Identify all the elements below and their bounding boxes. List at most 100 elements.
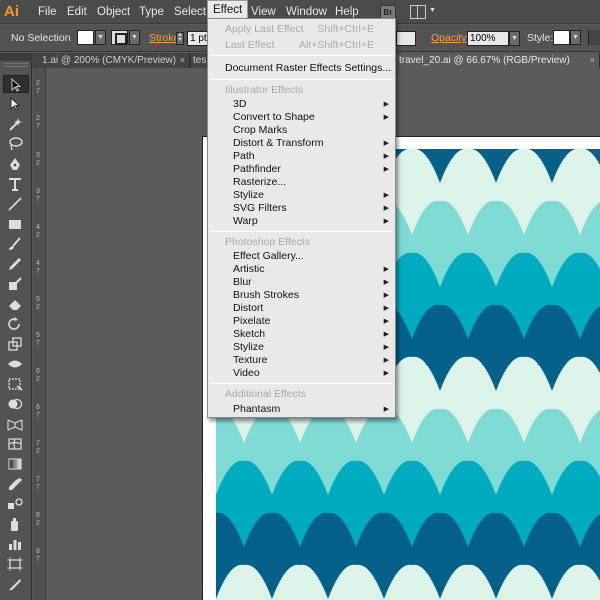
effect-menu-dropdown: Apply Last Effect Shift+Ctrl+E Last Effe… — [207, 18, 396, 418]
menu-effect[interactable]: Effect — [207, 0, 249, 19]
direct-selection-arrow-icon — [10, 97, 21, 111]
column-graph-tool[interactable] — [3, 535, 29, 553]
stroke-weight-stepper[interactable]: ▲ ▼ — [176, 32, 184, 45]
line-segment-tool[interactable] — [3, 195, 29, 213]
width-tool[interactable] — [3, 355, 29, 373]
menu-item-effect-gallery[interactable]: Effect Gallery... — [208, 250, 395, 263]
menu-item-convert-to-shape[interactable]: Convert to Shape ▶ — [208, 111, 395, 124]
eraser-tool[interactable] — [3, 295, 29, 313]
blob-brush-icon — [9, 277, 22, 290]
style-dropdown-arrow[interactable]: ▼ — [570, 30, 581, 45]
free-transform-icon — [8, 378, 23, 391]
style-label: Style: — [527, 32, 554, 44]
tab-label: 1.ai @ 200% (CMYK/Preview) — [42, 55, 177, 66]
pen-tool[interactable] — [3, 155, 29, 173]
artboard-tool[interactable] — [3, 555, 29, 573]
eyedropper-tool[interactable] — [3, 475, 29, 493]
type-tool[interactable] — [3, 175, 29, 193]
paintbrush-tool[interactable] — [3, 235, 29, 253]
menu-item-path[interactable]: Path ▶ — [208, 150, 395, 163]
menu-item-rasterize[interactable]: Rasterize... — [208, 176, 395, 189]
blob-brush-tool[interactable] — [3, 275, 29, 293]
fill-color-swatch[interactable] — [77, 30, 94, 45]
menu-item-last-effect[interactable]: Last Effect Alt+Shift+Ctrl+E — [208, 39, 395, 52]
ruler-number: 2 — [36, 448, 40, 455]
fill-dropdown-arrow[interactable]: ▼ — [95, 30, 106, 45]
tab-document-active[interactable]: travel_20.ai @ 66.67% (RGB/Preview) × — [396, 53, 600, 68]
blend-tool[interactable] — [3, 495, 29, 513]
menu-item-stylize-illustrator[interactable]: Stylize ▶ — [208, 189, 395, 202]
menu-item-document-raster-effects-settings[interactable]: Document Raster Effects Settings... — [208, 62, 395, 75]
selection-tool[interactable] — [3, 75, 29, 93]
rotate-tool[interactable] — [3, 315, 29, 333]
ruler-number: 3 — [36, 188, 40, 195]
menu-item-blur[interactable]: Blur ▶ — [208, 276, 395, 289]
direct-selection-tool[interactable] — [3, 95, 29, 113]
close-icon[interactable]: × — [180, 53, 185, 68]
menu-item-video[interactable]: Video ▶ — [208, 367, 395, 380]
menu-item-3d[interactable]: 3D ▶ — [208, 98, 395, 111]
type-t-icon — [9, 178, 21, 191]
pen-icon — [10, 158, 20, 170]
close-icon[interactable]: × — [590, 53, 595, 68]
control-bar-overflow[interactable] — [588, 30, 600, 45]
menu-item-distort-transform[interactable]: Distort & Transform ▶ — [208, 137, 395, 150]
additional-effects-header: Additional Effects — [225, 388, 306, 400]
paintbrush-icon — [9, 237, 21, 250]
stroke-dropdown-arrow[interactable]: ▼ — [129, 30, 140, 45]
menu-file[interactable]: File — [33, 0, 62, 24]
ruler-number: 2 — [36, 304, 40, 311]
pencil-tool[interactable] — [3, 255, 29, 273]
menu-item-pathfinder[interactable]: Pathfinder ▶ — [208, 163, 395, 176]
menu-item-label: Rasterize... — [233, 176, 287, 188]
menu-item-svg-filters[interactable]: SVG Filters ▶ — [208, 202, 395, 215]
chevron-down-icon: ▼ — [429, 7, 436, 14]
bridge-button[interactable]: Br — [380, 5, 396, 19]
menu-item-crop-marks[interactable]: Crop Marks — [208, 124, 395, 137]
variable-width-field[interactable] — [396, 31, 416, 46]
shape-builder-tool[interactable] — [3, 395, 29, 413]
slice-tool[interactable] — [3, 575, 29, 593]
menu-item-apply-last-effect[interactable]: Apply Last Effect Shift+Ctrl+E — [208, 23, 395, 36]
free-transform-tool[interactable] — [3, 375, 29, 393]
menu-separator — [210, 383, 393, 384]
menu-item-texture[interactable]: Texture ▶ — [208, 354, 395, 367]
menu-item-warp[interactable]: Warp ▶ — [208, 215, 395, 228]
submenu-arrow-icon: ▶ — [383, 205, 389, 212]
submenu-arrow-icon: ▶ — [383, 279, 389, 286]
menu-item-label: Pixelate — [233, 315, 271, 327]
tools-panel-header[interactable] — [0, 53, 32, 61]
mesh-tool[interactable] — [3, 435, 29, 453]
menu-item-pixelate[interactable]: Pixelate ▶ — [208, 315, 395, 328]
lasso-tool[interactable] — [3, 135, 29, 153]
menu-item-brush-strokes[interactable]: Brush Strokes ▶ — [208, 289, 395, 302]
menu-type[interactable]: Type — [134, 0, 169, 24]
opacity-field[interactable]: 100% — [467, 31, 509, 46]
rectangle-tool[interactable] — [3, 215, 29, 233]
menu-item-distort[interactable]: Distort ▶ — [208, 302, 395, 315]
gradient-tool[interactable] — [3, 455, 29, 473]
stroke-weight-field[interactable]: 1 pt — [187, 31, 209, 46]
menu-select[interactable]: Select — [169, 0, 211, 24]
ruler-number: 7 — [36, 88, 40, 95]
symbol-sprayer-tool[interactable] — [3, 515, 29, 533]
menu-item-phantasm[interactable]: Phantasm ▶ — [208, 403, 395, 416]
menu-edit[interactable]: Edit — [62, 0, 92, 24]
opacity-label[interactable]: Opacity: — [431, 32, 470, 44]
stroke-color-swatch[interactable] — [111, 30, 128, 45]
graphic-style-swatch[interactable] — [553, 30, 570, 45]
tab-document-1[interactable]: 1.ai @ 200% (CMYK/Preview) × — [32, 53, 190, 68]
magic-wand-tool[interactable] — [3, 115, 29, 133]
ruler-number: 7 — [36, 440, 40, 447]
scale-tool[interactable] — [3, 335, 29, 353]
photoshop-effects-header: Photoshop Effects — [225, 236, 311, 248]
opacity-dropdown-arrow[interactable]: ▼ — [509, 31, 520, 46]
vertical-ruler[interactable]: 2 7 2 7 3 2 3 7 4 2 4 7 5 2 5 7 6 2 6 7 … — [33, 68, 46, 600]
menu-item-stylize-photoshop[interactable]: Stylize ▶ — [208, 341, 395, 354]
menu-item-sketch[interactable]: Sketch ▶ — [208, 328, 395, 341]
arrange-documents-button[interactable]: ▼ — [410, 5, 436, 19]
menu-object[interactable]: Object — [92, 0, 135, 24]
perspective-grid-tool[interactable] — [3, 415, 29, 433]
menu-item-artistic[interactable]: Artistic ▶ — [208, 263, 395, 276]
panel-grip-icon[interactable] — [4, 63, 28, 67]
